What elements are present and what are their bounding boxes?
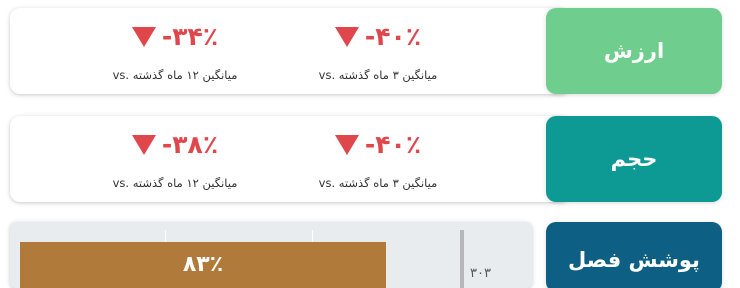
- volume-metric-3m: -۴۰٪ vs. میانگین ۳ ماه گذشته: [278, 116, 478, 202]
- vs-label: vs.: [318, 68, 336, 82]
- value-delta-3m-text: -۴۰٪: [364, 22, 422, 51]
- volume-caption-3m: vs. میانگین ۳ ماه گذشته: [278, 176, 478, 190]
- coverage-marker: [460, 230, 464, 288]
- vs-label: vs.: [318, 176, 336, 190]
- value-caption-12m: vs. میانگین ۱۲ ماه گذشته: [75, 68, 275, 82]
- value-delta-12m-text: -۳۴٪: [161, 22, 219, 51]
- volume-tag: حجم: [546, 116, 722, 202]
- caption-text: میانگین ۳ ماه گذشته: [338, 176, 438, 190]
- volume-delta-3m-text: -۴۰٪: [364, 130, 422, 159]
- coverage-row: ۸۳٪ ۳۰۳ پوشش فصل: [10, 222, 722, 288]
- down-arrow-icon: [131, 134, 156, 155]
- down-arrow-icon: [334, 134, 359, 155]
- caption-text: میانگین ۱۲ ماه گذشته: [132, 68, 238, 82]
- down-arrow-icon: [334, 26, 359, 47]
- value-metrics-panel: -۴۰٪ vs. میانگین ۳ ماه گذشته -۳۴٪ vs. می…: [10, 8, 570, 94]
- volume-row: -۴۰٪ vs. میانگین ۳ ماه گذشته -۳۸٪ vs. می…: [10, 116, 722, 202]
- value-tag: ارزش: [546, 8, 722, 94]
- value-delta-3m: -۴۰٪: [278, 22, 478, 51]
- volume-delta-12m-text: -۳۸٪: [161, 130, 219, 159]
- coverage-bar: ۸۳٪: [20, 242, 386, 288]
- value-metric-3m: -۴۰٪ vs. میانگین ۳ ماه گذشته: [278, 8, 478, 94]
- down-arrow-icon: [131, 26, 156, 47]
- coverage-percent: ۸۳٪: [182, 252, 224, 277]
- coverage-tag: پوشش فصل: [546, 222, 722, 288]
- vs-label: vs.: [112, 176, 130, 190]
- volume-delta-12m: -۳۸٪: [75, 130, 275, 159]
- volume-delta-3m: -۴۰٪: [278, 130, 478, 159]
- value-row: -۴۰٪ vs. میانگین ۳ ماه گذشته -۳۴٪ vs. می…: [10, 8, 722, 94]
- caption-text: میانگین ۱۲ ماه گذشته: [132, 176, 238, 190]
- value-metric-12m: -۳۴٪ vs. میانگین ۱۲ ماه گذشته: [75, 8, 275, 94]
- coverage-marker-label: ۳۰۳: [470, 266, 491, 281]
- coverage-panel: ۸۳٪ ۳۰۳: [10, 222, 532, 288]
- volume-metric-12m: -۳۸٪ vs. میانگین ۱۲ ماه گذشته: [75, 116, 275, 202]
- volume-metrics-panel: -۴۰٪ vs. میانگین ۳ ماه گذشته -۳۸٪ vs. می…: [10, 116, 570, 202]
- value-delta-12m: -۳۴٪: [75, 22, 275, 51]
- vs-label: vs.: [112, 68, 130, 82]
- value-caption-3m: vs. میانگین ۳ ماه گذشته: [278, 68, 478, 82]
- caption-text: میانگین ۳ ماه گذشته: [338, 68, 438, 82]
- volume-caption-12m: vs. میانگین ۱۲ ماه گذشته: [75, 176, 275, 190]
